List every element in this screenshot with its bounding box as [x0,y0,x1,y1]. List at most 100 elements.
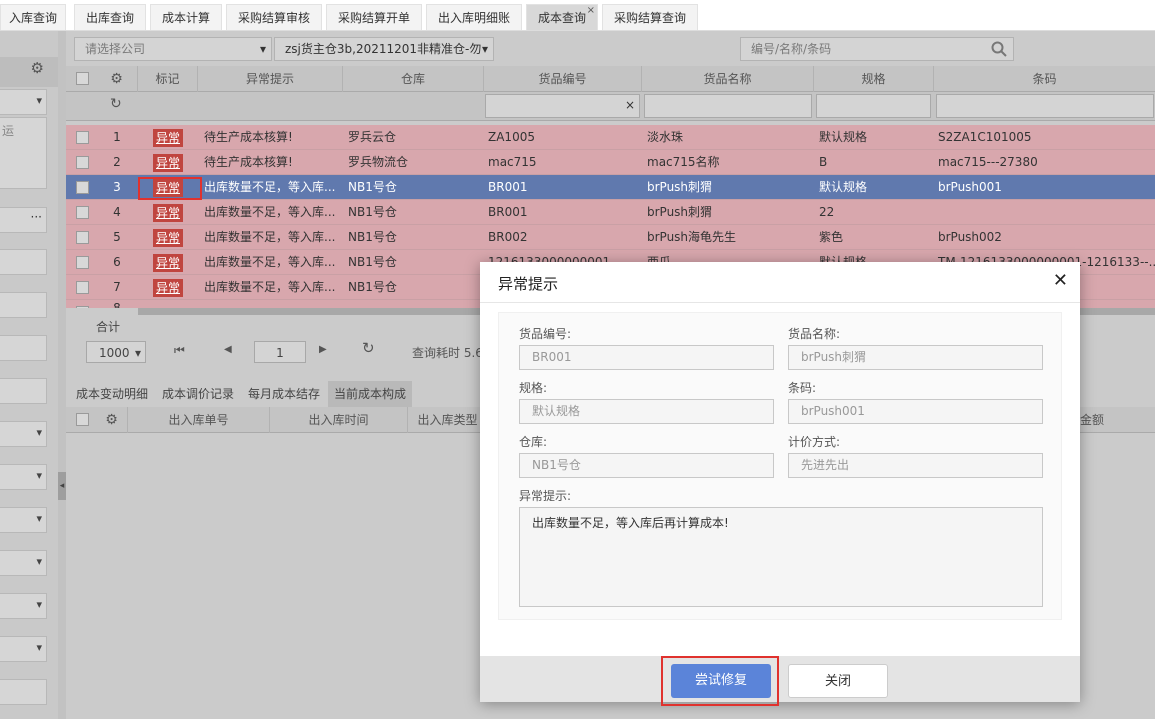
refresh-icon[interactable]: ↻ [362,339,375,357]
col-header-barcode[interactable]: 条码 [934,66,1155,92]
column-settings-icon[interactable]: ⚙ [96,66,138,92]
col-header-time[interactable]: 出入库时间 [270,407,408,433]
tab-purchase-settle-create[interactable]: 采购结算开单 [326,4,422,30]
tab-purchase-settle-query[interactable]: 采购结算查询 [602,4,698,30]
row-checkbox[interactable] [76,231,89,244]
tab-monthly-cost-balance[interactable]: 每月成本结存 [242,381,326,407]
col-header-spec[interactable]: 规格 [814,66,934,92]
company-select[interactable]: 请选择公司 ▾ [74,37,272,61]
refresh-icon[interactable]: ↻ [110,96,122,112]
warehouse-value: NB1号仓 [532,458,581,472]
sidebar-select[interactable] [0,421,47,447]
more-icon: ··· [30,210,42,224]
col-header-amount[interactable]: 金额 [1080,407,1140,433]
tab-inout-ledger[interactable]: 出入库明细账 [426,4,522,30]
sidebar-select[interactable] [0,464,47,490]
select-all-checkbox[interactable] [76,413,89,426]
row-number: 3 [113,180,121,194]
col-header-warehouse[interactable]: 仓库 [343,66,484,92]
tab-cost-adjust-record[interactable]: 成本调价记录 [156,381,240,407]
exception-label: 异常提示: [519,489,572,503]
column-settings-icon[interactable]: ⚙ [96,407,128,433]
sidebar-textarea[interactable]: 运 [0,117,47,189]
cell-warehouse: 罗兵物流仓 [348,155,409,169]
table-row-selected[interactable]: 3 异常 出库数量不足，等入库... NB1号仓 BR001 brPush刺猬 … [66,175,1155,200]
row-number: 4 [113,205,121,219]
exception-badge[interactable]: 异常 [153,254,183,272]
tab-inbound-query[interactable]: 入库查询 [0,4,66,30]
row-checkbox[interactable] [76,256,89,269]
row-checkbox[interactable] [76,181,89,194]
col-header-doc-no[interactable]: 出入库单号 [128,407,270,433]
col-header-mark[interactable]: 标记 [138,66,198,92]
name-filter-input[interactable] [644,94,812,118]
sidebar-input[interactable] [0,335,47,361]
tab-outbound-query[interactable]: 出库查询 [74,4,146,30]
clear-icon[interactable]: × [625,98,635,112]
search-input[interactable]: 编号/名称/条码 [740,37,1014,61]
spec-field: 默认规格 [519,399,774,424]
next-page-icon[interactable]: ▶ [319,344,327,355]
table-row[interactable]: 1 异常 待生产成本核算! 罗兵云仓 ZA1005 淡水珠 默认规格 S2ZA1… [66,125,1155,150]
select-all-checkbox[interactable] [76,72,89,85]
search-icon[interactable] [991,41,1007,57]
page-size-select[interactable]: 1000 ▾ [86,341,146,363]
tab-close-icon[interactable]: × [587,4,595,18]
prev-page-icon[interactable]: ◀ [224,344,232,355]
barcode-filter-input[interactable] [936,94,1154,118]
row-checkbox[interactable] [76,281,89,294]
search-placeholder: 编号/名称/条码 [751,42,832,56]
warehouse-value: zsj货主仓3b,20211201非精准仓-勿 [285,42,482,56]
gear-icon[interactable]: ⚙ [31,59,44,77]
sidebar-input[interactable] [0,378,47,404]
col-header-name[interactable]: 货品名称 [642,66,814,92]
exception-badge[interactable]: 异常 [153,129,183,147]
first-page-icon[interactable]: ⏮ [174,343,185,358]
code-value: BR001 [532,350,572,364]
table-row[interactable]: 5 异常 出库数量不足，等入库... NB1号仓 BR002 brPush海龟先… [66,225,1155,250]
name-field: brPush刺猬 [788,345,1043,370]
tab-current-cost-composition[interactable]: 当前成本构成 [328,381,413,407]
warehouse-select[interactable]: zsj货主仓3b,20211201非精准仓-勿 ▾ [274,37,494,61]
tab-cost-query[interactable]: 成本查询 × [526,4,598,30]
exception-badge[interactable]: 异常 [153,229,183,247]
row-checkbox[interactable] [76,156,89,169]
exception-badge[interactable]: 异常 [153,154,183,172]
table-row[interactable]: 4 异常 出库数量不足，等入库... NB1号仓 BR001 brPush刺猬 … [66,200,1155,225]
cell-name: brPush刺猬 [647,205,713,219]
sidebar-select[interactable] [0,636,47,662]
sidebar-select[interactable] [0,550,47,576]
tab-cost-calc[interactable]: 成本计算 [150,4,222,30]
tab-purchase-settle-review[interactable]: 采购结算审核 [226,4,322,30]
close-icon[interactable]: ✕ [1053,270,1068,291]
table-row[interactable]: 2 异常 待生产成本核算! 罗兵物流仓 mac715 mac715名称 B ma… [66,150,1155,175]
try-fix-button[interactable]: 尝试修复 [671,664,771,698]
close-button[interactable]: 关闭 [788,664,888,698]
sidebar-select[interactable] [0,507,47,533]
row-number: 8 [113,301,121,308]
sidebar-input[interactable] [0,292,47,318]
col-header-code[interactable]: 货品编号 [484,66,642,92]
row-checkbox[interactable] [76,206,89,219]
sidebar-input[interactable] [0,679,47,705]
code-filter-input[interactable]: × [485,94,640,118]
collapse-left-icon[interactable]: ◂ [58,472,66,500]
sidebar-select[interactable] [0,593,47,619]
cell-barcode: S2ZA1C101005 [938,130,1032,144]
sidebar-select[interactable] [0,89,47,115]
exception-badge[interactable]: 异常 [153,204,183,222]
row-checkbox[interactable] [76,306,89,308]
sidebar-input[interactable] [0,249,47,275]
col-header-type[interactable]: 出入库类型 [408,407,488,433]
exception-badge[interactable]: 异常 [153,279,183,297]
sidebar-picker[interactable]: ··· [0,207,47,233]
badge-highlight [138,177,202,200]
col-header-exception[interactable]: 异常提示 [198,66,343,92]
row-checkbox[interactable] [76,131,89,144]
tab-cost-change-detail[interactable]: 成本变动明细 [70,381,154,407]
sidebar-splitter[interactable] [58,31,66,719]
exception-text: 出库数量不足，等入库后再计算成本! [532,516,729,530]
spec-filter-input[interactable] [816,94,931,118]
page-number-input[interactable]: 1 [254,341,306,363]
barcode-value: brPush001 [801,404,865,418]
